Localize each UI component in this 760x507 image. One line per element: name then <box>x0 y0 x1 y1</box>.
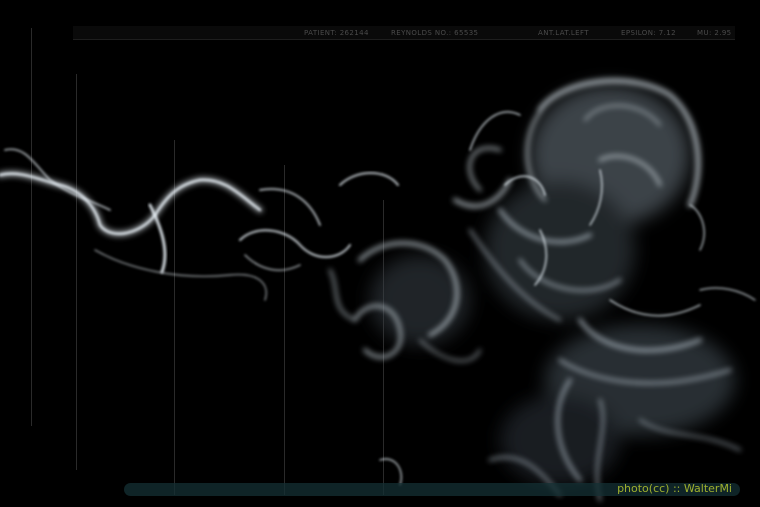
smoke-skull-image <box>0 78 756 502</box>
photo-credit: photo(cc) :: WalterMi <box>617 482 732 495</box>
photo-frame: PATIENT: 262144 REYNOLDS NO.: 65535 ANT.… <box>0 0 760 507</box>
